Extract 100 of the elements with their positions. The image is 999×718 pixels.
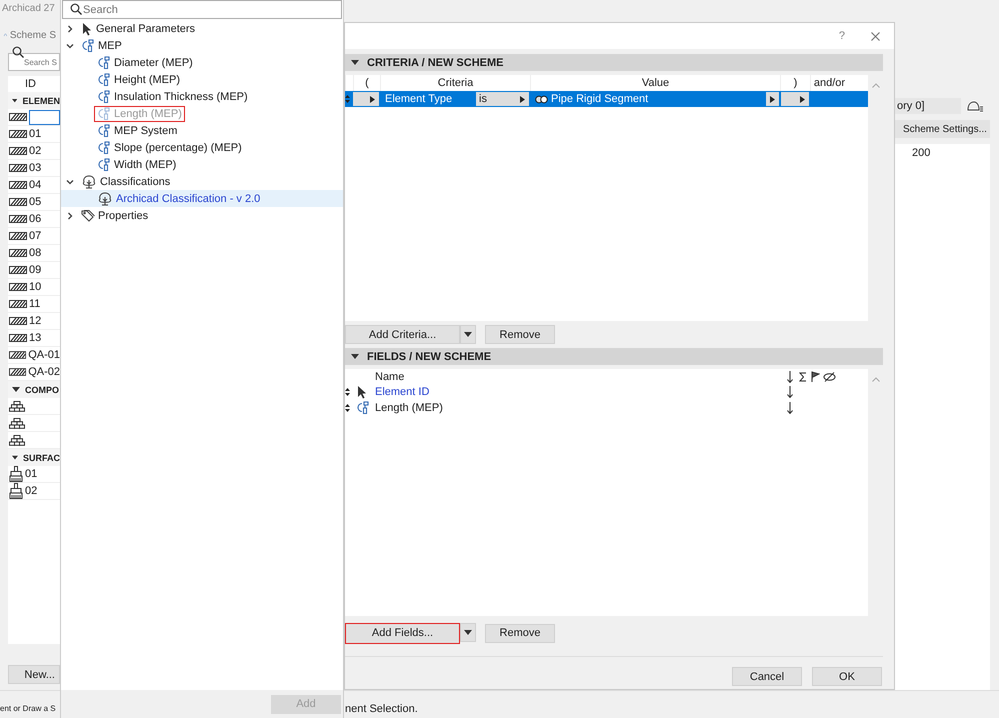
search-field[interactable]: Search xyxy=(62,0,342,19)
tree-item[interactable]: Archicad Classification - v 2.0 xyxy=(61,190,343,207)
pipe-link-icon xyxy=(97,158,111,172)
triangle-icon[interactable] xyxy=(351,60,359,66)
scheme-row[interactable]: 11 xyxy=(8,296,60,313)
group-header[interactable]: SURFAC xyxy=(8,449,60,466)
status-text: nent Selection. xyxy=(345,703,418,715)
help-button[interactable]: ? xyxy=(838,30,845,42)
pipe-link-icon xyxy=(356,401,370,415)
sum-icon xyxy=(799,372,807,382)
section-header[interactable]: FIELDS / NEW SCHEME xyxy=(345,348,883,365)
brush-icon xyxy=(9,483,23,499)
hidden-eye-icon xyxy=(823,372,836,382)
scheme-row[interactable]: 10 xyxy=(8,279,60,296)
tree-item-label: Width (MEP) xyxy=(114,158,176,170)
search-icon xyxy=(12,46,24,58)
triangle-icon[interactable] xyxy=(12,454,18,460)
triangle-icon[interactable] xyxy=(351,354,359,360)
tree-item-label: General Parameters xyxy=(96,22,196,34)
criteria-cell-text: Element Type xyxy=(384,93,454,105)
tree-icon xyxy=(81,174,97,188)
story-field[interactable]: ory 0] xyxy=(895,98,961,114)
tree-item[interactable]: MEP System xyxy=(61,122,343,139)
scheme-row[interactable]: 04 xyxy=(8,177,60,194)
tag-icon xyxy=(81,210,95,222)
triangle-icon[interactable] xyxy=(12,98,18,104)
section-header[interactable]: CRITERIA / NEW SCHEME xyxy=(345,54,883,71)
chevron-icon[interactable] xyxy=(66,178,74,186)
pipe-link-icon xyxy=(81,38,95,52)
add-fields-button[interactable]: Add Fields... xyxy=(345,622,460,644)
add-criteria-button[interactable]: Add Criteria... xyxy=(345,325,460,344)
arrow-icon xyxy=(800,96,805,102)
scheme-row[interactable]: 07 xyxy=(8,228,60,245)
scheme-row[interactable]: 06 xyxy=(8,211,60,228)
criteria-row[interactable]: Element Type is Pipe Rigid Segment xyxy=(345,91,868,107)
triangle-icon[interactable] xyxy=(12,386,20,392)
remove-button[interactable]: Remove xyxy=(485,325,555,344)
ruler: 200 xyxy=(895,144,990,162)
field-name: Element ID xyxy=(375,386,430,398)
tree-item[interactable]: Slope (percentage) (MEP) xyxy=(61,139,343,156)
down-arrow-icon xyxy=(787,386,793,398)
ok-button[interactable]: OK xyxy=(812,667,882,686)
scheme-row[interactable] xyxy=(8,109,60,126)
close-icon[interactable] xyxy=(871,32,880,40)
pointer-icon xyxy=(356,385,368,399)
brick-stack-icon xyxy=(9,400,25,412)
down-arrow-icon xyxy=(787,370,793,382)
dropdown-button[interactable] xyxy=(460,622,476,642)
field-row[interactable]: Element ID xyxy=(345,384,865,400)
layers-icon[interactable] xyxy=(967,100,985,112)
tree-item-label: Classifications xyxy=(100,176,170,188)
dropdown-button[interactable] xyxy=(460,325,476,344)
remove-button[interactable]: Remove xyxy=(485,624,555,642)
operator-dropdown[interactable]: is xyxy=(476,92,529,106)
chevron-icon[interactable] xyxy=(66,24,74,32)
search-field[interactable]: Search S xyxy=(8,53,60,71)
tree-item[interactable]: Height (MEP) xyxy=(61,71,343,88)
name-input-field[interactable] xyxy=(29,110,60,124)
tree-item-label: Insulation Thickness (MEP) xyxy=(114,90,248,102)
brick-stack-icon xyxy=(9,418,25,428)
cancel-button[interactable]: Cancel xyxy=(732,667,802,686)
field-row[interactable]: Length (MEP) xyxy=(345,400,865,416)
tree-item-label: Height (MEP) xyxy=(114,74,180,86)
scheme-row[interactable]: 05 xyxy=(8,194,60,211)
tree-item[interactable]: Diameter (MEP) xyxy=(61,54,343,71)
caret-icon xyxy=(464,332,472,337)
group-header[interactable]: COMPO xyxy=(8,381,60,398)
tree-item[interactable]: Properties xyxy=(61,207,343,224)
scheme-row[interactable]: 08 xyxy=(8,245,60,262)
pipe-link-icon xyxy=(97,124,111,138)
scheme-row[interactable]: 02 xyxy=(8,143,60,160)
scheme-row[interactable]: QA-01 xyxy=(8,347,60,364)
brush-icon xyxy=(9,466,23,482)
chevron-icon[interactable] xyxy=(66,42,74,50)
scheme-row[interactable]: 13 xyxy=(8,330,60,347)
tree-item[interactable]: MEP xyxy=(61,37,343,54)
value-cell: Pipe Rigid Segment xyxy=(551,93,648,105)
tree-item[interactable]: Classifications xyxy=(61,173,343,190)
field-name: Length (MEP) xyxy=(375,402,444,414)
down-arrow-icon xyxy=(787,402,793,414)
scheme-row[interactable]: 09 xyxy=(8,262,60,279)
pipe-link-icon xyxy=(97,56,111,70)
tree-item[interactable]: Width (MEP) xyxy=(61,156,343,173)
status-text: ent or Draw a S xyxy=(0,704,56,713)
scheme-row[interactable]: 01 xyxy=(8,126,60,143)
tree-item-label: Slope (percentage) (MEP) xyxy=(114,142,242,154)
scheme-settings-button[interactable]: Scheme Settings... xyxy=(895,120,990,138)
group-header[interactable]: ELEMEN xyxy=(8,92,60,109)
chevron-icon[interactable] xyxy=(66,212,74,220)
column-header: Name xyxy=(375,370,406,382)
scheme-row[interactable]: 03 xyxy=(8,160,60,177)
pipe-icon xyxy=(535,94,548,104)
tree-item[interactable]: Insulation Thickness (MEP) xyxy=(61,88,343,105)
arrow-icon xyxy=(370,96,375,102)
tree-item[interactable]: General Parameters xyxy=(61,20,343,37)
column-header: ID xyxy=(25,78,36,90)
search-icon xyxy=(70,3,82,15)
scheme-row[interactable]: 12 xyxy=(8,313,60,330)
new-button[interactable]: New... xyxy=(8,665,60,684)
tree-item-label: MEP System xyxy=(114,124,178,136)
